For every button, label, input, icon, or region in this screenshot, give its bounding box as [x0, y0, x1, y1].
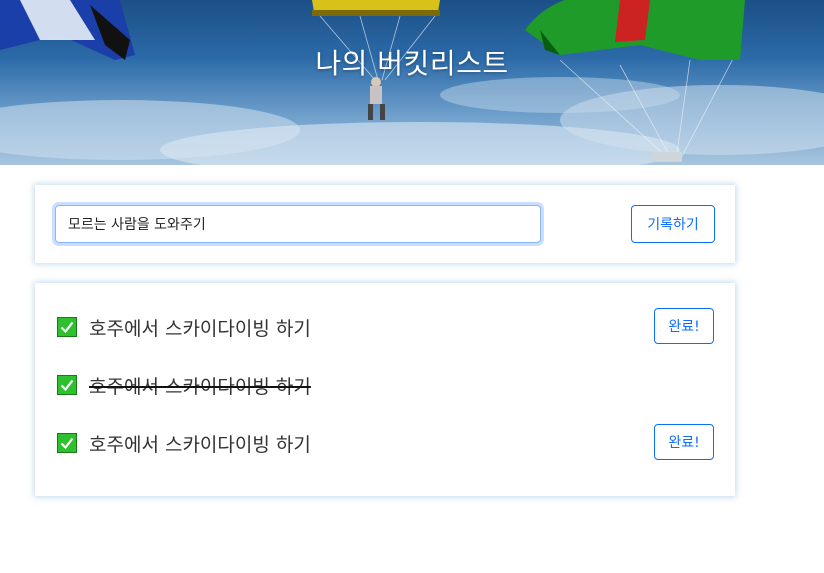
complete-button[interactable]: 완료!: [654, 308, 714, 344]
bucket-input-card: 기록하기: [35, 185, 735, 263]
list-item: 호주에서 스카이다이빙 하기: [57, 313, 717, 341]
checked-checkbox-icon[interactable]: [57, 375, 77, 395]
record-button[interactable]: 기록하기: [631, 205, 715, 243]
skydiving-background-image: [0, 0, 824, 165]
list-item-text: 호주에서 스카이다이빙 하기: [89, 434, 311, 456]
list-item-text: 호주에서 스카이다이빙 하기: [89, 318, 311, 340]
page-title: 나의 버킷리스트: [315, 47, 509, 80]
checked-checkbox-icon[interactable]: [57, 433, 77, 453]
list-item-text: 호주에서 스카이다이빙 하기: [89, 376, 311, 398]
bucket-list-card: 호주에서 스카이다이빙 하기 완료! 호주에서 스카이다이빙 하기 호주에서 스…: [35, 283, 735, 496]
list-item: 호주에서 스카이다이빙 하기: [57, 429, 717, 457]
list-item: 호주에서 스카이다이빙 하기: [57, 371, 717, 399]
hero-banner: 나의 버킷리스트: [0, 0, 824, 165]
bucket-item-input[interactable]: [55, 205, 541, 243]
checked-checkbox-icon[interactable]: [57, 317, 77, 337]
complete-button[interactable]: 완료!: [654, 424, 714, 460]
